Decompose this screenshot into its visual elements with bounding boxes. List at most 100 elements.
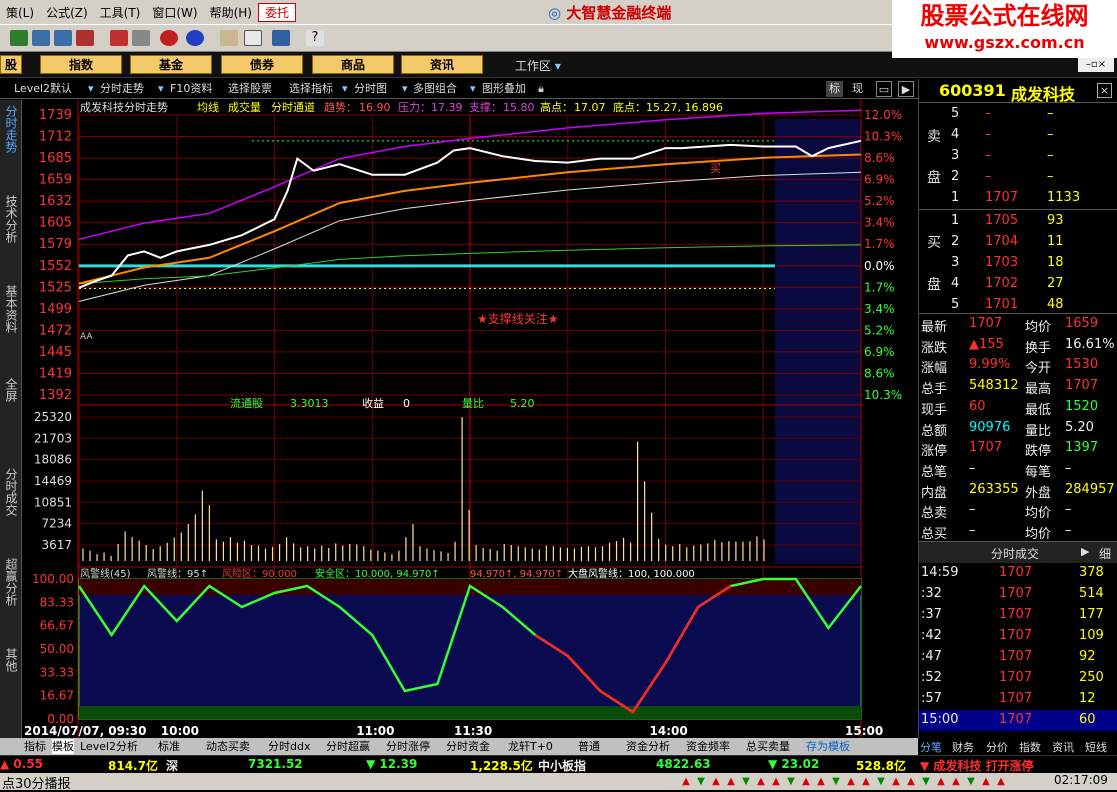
- menu-tools[interactable]: 工具(T): [94, 4, 147, 21]
- btab-ddx[interactable]: 分时ddx: [268, 739, 310, 754]
- btab-save-template[interactable]: 存为模板: [806, 739, 850, 754]
- btab-level2[interactable]: Level2分析: [80, 739, 138, 754]
- tab-f10[interactable]: F10资料: [170, 81, 212, 97]
- restore-icon[interactable]: ▫: [1091, 59, 1098, 70]
- sidebar-intraday[interactable]: 分时走势: [3, 105, 19, 153]
- forward-icon[interactable]: ▶: [898, 81, 914, 97]
- sell-level-row[interactable]: 5 – –: [919, 104, 1117, 125]
- tab-dropdown-icon[interactable]: ▾: [402, 81, 408, 97]
- menu-help[interactable]: 帮助(H): [204, 4, 258, 21]
- rp-tab-price[interactable]: 分价: [986, 739, 1008, 755]
- tab-intraday-chart[interactable]: 分时图: [354, 81, 387, 97]
- tab-dropdown-icon[interactable]: ▾: [158, 81, 164, 97]
- sidebar-technical[interactable]: 技术分析: [3, 195, 19, 243]
- btab-limitup[interactable]: 分时涨停: [386, 739, 430, 754]
- note-icon[interactable]: [220, 30, 238, 46]
- ticker-alert[interactable]: ▼ 成发科技 打开涨停: [920, 757, 1034, 774]
- tab-lock-icon[interactable]: 🔒︎: [538, 81, 544, 97]
- btab-normal[interactable]: 普通: [578, 739, 600, 754]
- tab-dropdown-icon[interactable]: ▾: [470, 81, 476, 97]
- trade-row[interactable]: :37 1707 177: [919, 605, 1117, 626]
- btab-capital[interactable]: 资金分析: [626, 739, 670, 754]
- tab-dropdown-icon[interactable]: ▾: [342, 81, 348, 97]
- trade-row[interactable]: :42 1707 109: [919, 626, 1117, 647]
- grid-icon[interactable]: ▭: [876, 81, 892, 97]
- menu-strategy[interactable]: 策(L): [0, 4, 40, 21]
- buy-level-row[interactable]: 1 1705 93: [919, 211, 1117, 232]
- btab-dragon[interactable]: 龙轩T+0: [508, 739, 553, 754]
- trade-row[interactable]: :52 1707 250: [919, 668, 1117, 689]
- layout-icon[interactable]: [10, 30, 28, 46]
- rp-tab-finance[interactable]: 财务: [952, 739, 974, 755]
- tab-select-indicator[interactable]: 选择指标: [289, 81, 333, 97]
- tab-intraday[interactable]: 分时走势: [100, 81, 144, 97]
- price-tick-label: 1392: [39, 388, 72, 403]
- tab-multi-chart[interactable]: 多图组合: [413, 81, 457, 97]
- tab-level2[interactable]: Level2默认: [14, 81, 72, 97]
- btab-frequency[interactable]: 资金频率: [686, 739, 730, 754]
- window-icon[interactable]: [244, 30, 262, 46]
- tab-dropdown-icon[interactable]: ▾: [88, 81, 94, 97]
- stats-icon[interactable]: [186, 30, 204, 46]
- buy-level-row[interactable]: 2 1704 11: [919, 232, 1117, 253]
- diamond-icon[interactable]: [132, 30, 150, 46]
- trades-detail-tab[interactable]: 细: [1099, 545, 1111, 562]
- sidebar-trades[interactable]: 分时成交: [3, 468, 19, 516]
- volume-tick-label: 7234: [41, 517, 72, 531]
- nav-stock-button[interactable]: 股: [0, 55, 22, 74]
- rp-tab-shortterm[interactable]: 短线: [1085, 739, 1107, 755]
- quote-row: 总手 548312 最高 1707: [919, 376, 1117, 397]
- menu-formula[interactable]: 公式(Z): [40, 4, 94, 21]
- sell-level-row[interactable]: 4 – –: [919, 125, 1117, 146]
- binoculars2-icon[interactable]: [54, 30, 72, 46]
- chart-icon[interactable]: [160, 30, 178, 46]
- rp-tab-index[interactable]: 指数: [1019, 739, 1041, 755]
- sidebar-fundamentals[interactable]: 基本资料: [3, 285, 19, 333]
- intraday-chart[interactable]: 1739 1712 1685 1659 1632 1605 1579 1552 1525 1499…: [22, 99, 918, 738]
- sell-level-row[interactable]: 3 – –: [919, 146, 1117, 167]
- help-cursor-icon[interactable]: ?: [306, 30, 324, 46]
- sidebar-other[interactable]: 其他: [3, 648, 19, 672]
- nav-bond-button[interactable]: 债券: [221, 55, 303, 74]
- sidebar-fullscreen[interactable]: 全屏: [3, 378, 19, 402]
- trade-row[interactable]: :47 1707 92: [919, 647, 1117, 668]
- rp-tab-ticks[interactable]: 分笔: [920, 739, 942, 755]
- menu-window[interactable]: 窗口(W): [146, 4, 203, 21]
- btab-super[interactable]: 分时超赢: [326, 739, 370, 754]
- close-icon[interactable]: ×: [1098, 59, 1106, 70]
- close-panel-icon[interactable]: ×: [1097, 83, 1112, 98]
- quote-cell: 总卖: [921, 506, 948, 522]
- nav-info-button[interactable]: 资讯: [401, 55, 483, 74]
- alert-icon[interactable]: [76, 30, 94, 46]
- menu-trade[interactable]: 委托: [257, 2, 296, 22]
- sell-level-row[interactable]: 1 1707 1133: [919, 188, 1117, 209]
- buy-level-row[interactable]: 3 1703 18: [919, 253, 1117, 274]
- tab-select-stock[interactable]: 选择股票: [228, 81, 272, 97]
- binoculars-icon[interactable]: [32, 30, 50, 46]
- rp-tab-news[interactable]: 资讯: [1052, 739, 1074, 755]
- tab-overlay[interactable]: 图形叠加: [482, 81, 526, 97]
- trades-next-icon[interactable]: ▶: [1081, 545, 1089, 558]
- status-broadcast[interactable]: 点30分播报: [2, 773, 71, 792]
- sell-level-row[interactable]: 2 – –: [919, 167, 1117, 188]
- btab-fund[interactable]: 分时资金: [446, 739, 490, 754]
- btab-total-volume[interactable]: 总买卖量: [746, 739, 790, 754]
- btab-indicator[interactable]: 指标: [24, 739, 46, 754]
- trade-row[interactable]: :57 1707 12: [919, 689, 1117, 710]
- nav-index-button[interactable]: 指数: [40, 55, 122, 74]
- buy-level-row[interactable]: 4 1702 27: [919, 274, 1117, 295]
- btab-dynamic[interactable]: 动态买卖: [206, 739, 250, 754]
- trade-row[interactable]: :32 1707 514: [919, 584, 1117, 605]
- workarea-dropdown[interactable]: 工作区 ▾: [515, 57, 561, 74]
- tab-current[interactable]: 现: [852, 81, 863, 97]
- btab-template[interactable]: 模板: [52, 739, 74, 754]
- sidebar-super-analysis[interactable]: 超赢分析: [3, 558, 19, 606]
- trade-row[interactable]: 14:59 1707 378: [919, 563, 1117, 584]
- trade-row[interactable]: 15:00 1707 60: [919, 710, 1117, 731]
- btab-standard[interactable]: 标准: [158, 739, 180, 754]
- nav-commodity-button[interactable]: 商品: [312, 55, 394, 74]
- nav-fund-button[interactable]: 基金: [130, 55, 212, 74]
- tab-mark[interactable]: 标: [826, 81, 843, 97]
- mail-icon[interactable]: [110, 30, 128, 46]
- books-icon[interactable]: [272, 30, 290, 46]
